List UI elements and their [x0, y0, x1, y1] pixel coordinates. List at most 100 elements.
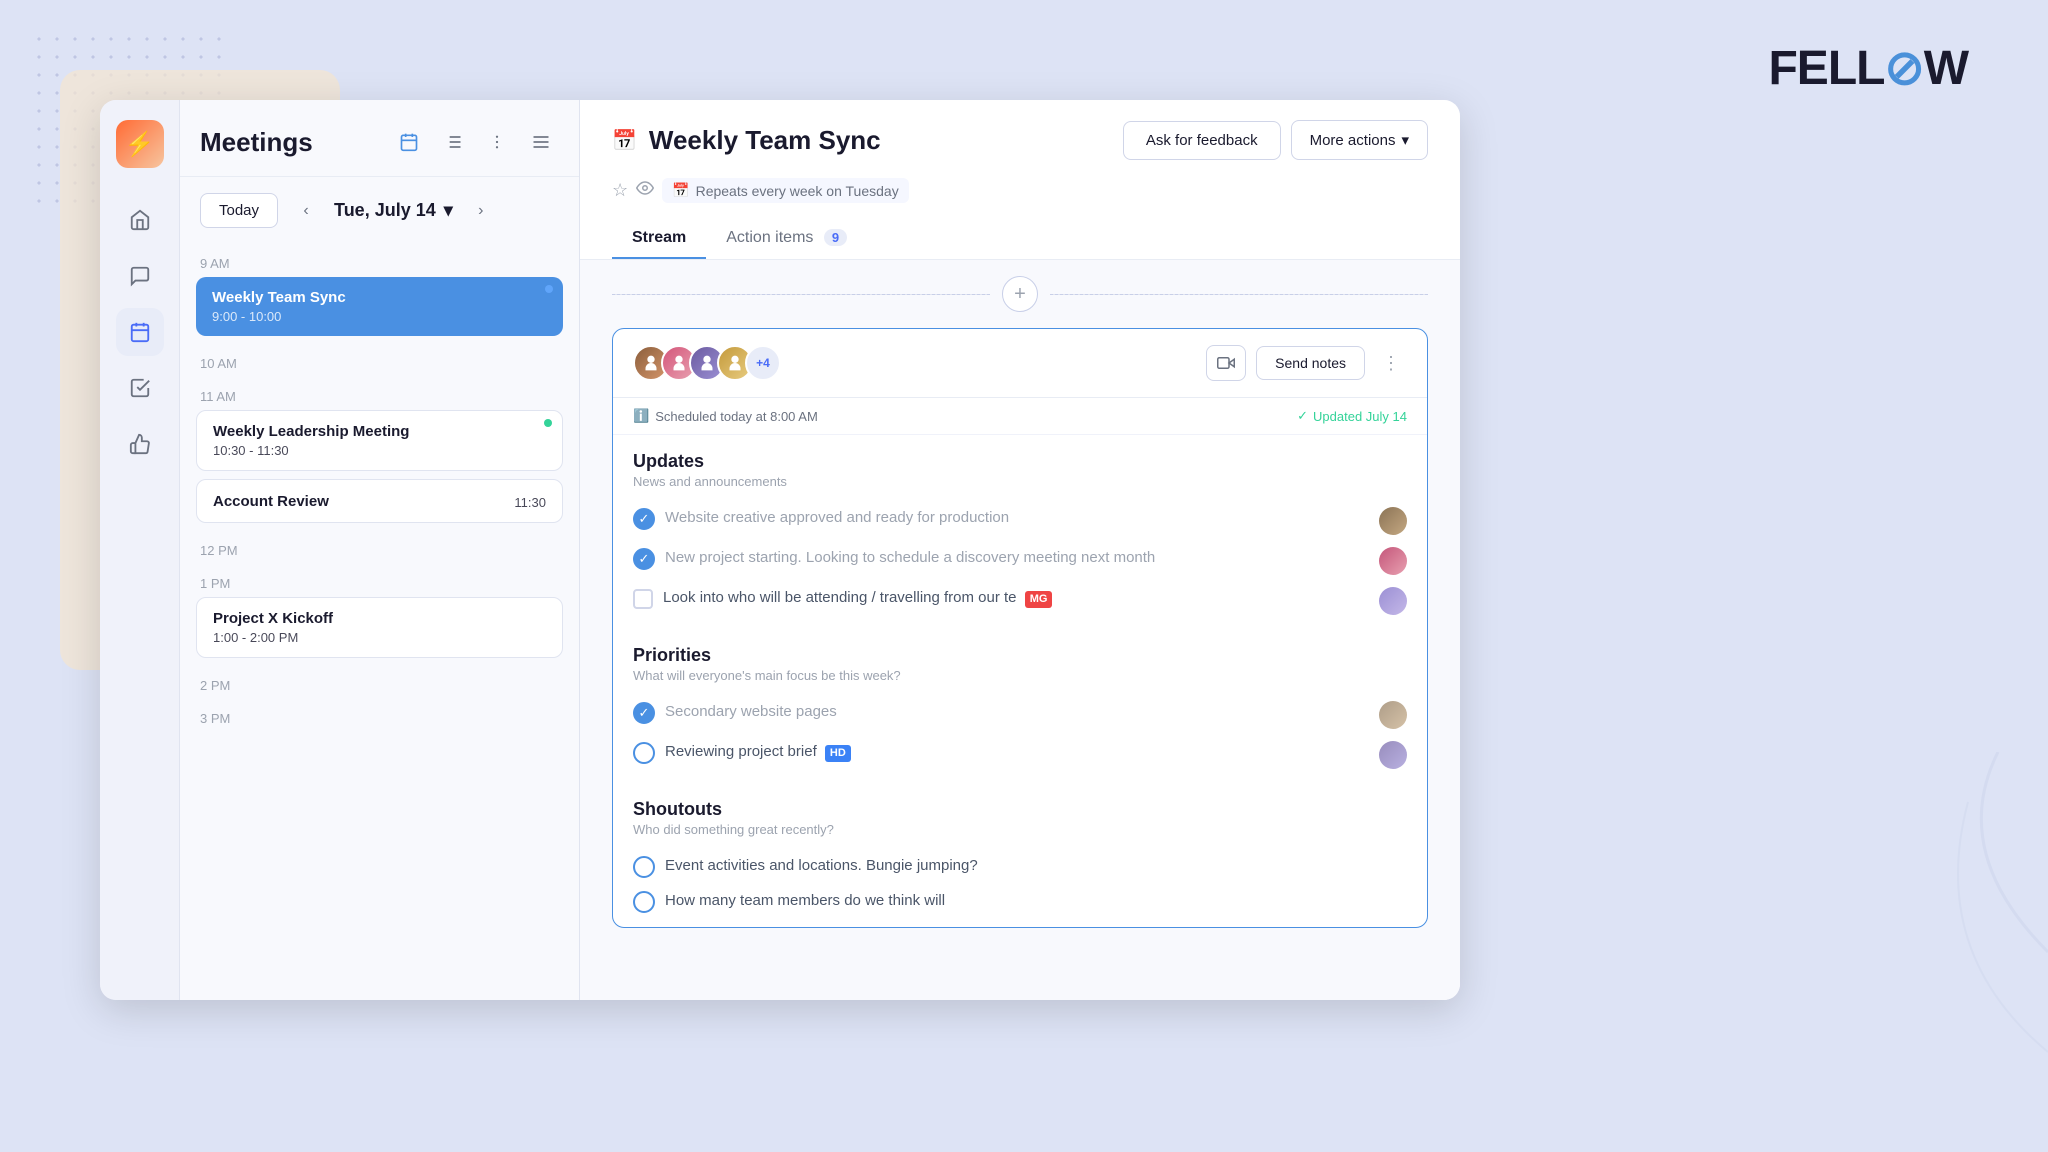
more-actions-label: More actions: [1310, 132, 1396, 149]
time-1pm: 1 PM: [196, 564, 563, 597]
eye-icon[interactable]: [636, 179, 654, 202]
scheduled-text: Scheduled today at 8:00 AM: [655, 409, 818, 424]
time-10am: 10 AM: [196, 344, 563, 377]
sidebar-item-feedback[interactable]: [116, 420, 164, 468]
section-subtitle-updates: News and announcements: [633, 474, 1407, 489]
item-avatar-4: [1379, 701, 1407, 729]
agenda-item-1: ✓ Website creative approved and ready fo…: [633, 501, 1407, 541]
item-avatar-3: [1379, 587, 1407, 615]
more-actions-dropdown-icon: ▾: [1401, 131, 1409, 149]
checkbox-3[interactable]: [633, 589, 653, 609]
repeat-text: Repeats every week on Tuesday: [696, 183, 899, 199]
event-title: Account Review: [213, 493, 329, 510]
agenda-item-6: Event activities and locations. Bungie j…: [633, 849, 1407, 884]
event-project-x[interactable]: Project X Kickoff 1:00 - 2:00 PM: [196, 597, 563, 658]
agenda-text-1: Website creative approved and ready for …: [665, 507, 1369, 528]
tabs-row: Stream Action items 9: [612, 219, 1428, 259]
more-options-btn[interactable]: [479, 124, 515, 160]
agenda-text-4: Secondary website pages: [665, 701, 1369, 722]
event-time: 9:00 - 10:00: [212, 309, 547, 324]
sidebar: ⚡: [100, 100, 180, 1000]
card-dots-button[interactable]: ⋮: [1375, 347, 1407, 379]
meeting-header-actions: Ask for feedback More actions ▾: [1123, 120, 1428, 160]
tab-stream[interactable]: Stream: [612, 219, 706, 259]
ask-feedback-button[interactable]: Ask for feedback: [1123, 121, 1281, 160]
check-circle-4[interactable]: ✓: [633, 702, 655, 724]
background-curve: [1748, 752, 2048, 1152]
main-content: 📅 Weekly Team Sync Ask for feedback More…: [580, 100, 1460, 1000]
check-circle-2[interactable]: ✓: [633, 548, 655, 570]
stream-content: +: [580, 260, 1460, 1000]
agenda-text-5: Reviewing project brief HD: [665, 741, 1369, 762]
agenda-item-2: ✓ New project starting. Looking to sched…: [633, 541, 1407, 581]
send-notes-button[interactable]: Send notes: [1256, 346, 1365, 380]
event-account-review[interactable]: Account Review 11:30: [196, 479, 563, 523]
today-button[interactable]: Today: [200, 193, 278, 228]
event-time-row: Account Review 11:30: [213, 492, 546, 510]
sidebar-item-tasks[interactable]: [116, 364, 164, 412]
check-circle-1[interactable]: ✓: [633, 508, 655, 530]
event-weekly-team-sync[interactable]: Weekly Team Sync 9:00 - 10:00: [196, 277, 563, 336]
agenda-item-3: Look into who will be attending / travel…: [633, 581, 1407, 621]
meetings-header-actions: [391, 124, 559, 160]
meeting-card: +4 Send notes ⋮ ℹ️ Scheduled today at: [612, 328, 1428, 928]
prev-date-btn[interactable]: ‹: [290, 195, 322, 227]
meetings-title: Meetings: [200, 127, 313, 158]
list-view-btn[interactable]: [435, 124, 471, 160]
add-button[interactable]: +: [1002, 276, 1038, 312]
calendar-view-btn[interactable]: [391, 124, 427, 160]
date-navigation: Today ‹ Tue, July 14 ▾ ›: [180, 177, 579, 244]
item-avatar-2: [1379, 547, 1407, 575]
sidebar-item-messages[interactable]: [116, 252, 164, 300]
app-container: ⚡ Meetings: [100, 100, 1460, 1000]
updated-info: ✓ Updated July 14: [1297, 408, 1407, 424]
section-subtitle-priorities: What will everyone's main focus be this …: [633, 668, 1407, 683]
menu-btn[interactable]: [523, 124, 559, 160]
section-title-shoutouts: Shoutouts: [633, 799, 1407, 820]
event-time: 11:30: [514, 495, 546, 510]
tab-stream-label: Stream: [632, 229, 686, 246]
time-2pm: 2 PM: [196, 666, 563, 699]
check-circle-6[interactable]: [633, 856, 655, 878]
event-weekly-leadership[interactable]: Weekly Leadership Meeting 10:30 - 11:30: [196, 410, 563, 471]
info-icon: ℹ️: [633, 408, 649, 424]
more-actions-button[interactable]: More actions ▾: [1291, 120, 1428, 160]
meeting-meta: ☆ 📅 Repeats every week on Tuesday: [612, 170, 1428, 215]
section-title-priorities: Priorities: [633, 645, 1407, 666]
check-icon: ✓: [1297, 408, 1308, 424]
agenda-text-7: How many team members do we think will: [665, 890, 1407, 911]
avatars-group: +4: [633, 345, 781, 381]
section-shoutouts: Shoutouts Who did something great recent…: [613, 783, 1427, 927]
star-icon[interactable]: ☆: [612, 180, 628, 201]
meeting-card-header: +4 Send notes ⋮: [613, 329, 1427, 398]
agenda-text-3: Look into who will be attending / travel…: [663, 587, 1369, 608]
scheduled-info: ℹ️ Scheduled today at 8:00 AM: [633, 408, 818, 424]
item-avatar-1: [1379, 507, 1407, 535]
tab-action-items[interactable]: Action items 9: [706, 219, 867, 259]
app-logo-icon: ⚡: [116, 120, 164, 168]
sidebar-item-home[interactable]: [116, 196, 164, 244]
sidebar-item-calendar[interactable]: [116, 308, 164, 356]
meetings-header: Meetings: [180, 100, 579, 177]
event-dot: [545, 285, 553, 293]
badge-mg: MG: [1025, 591, 1053, 608]
meeting-title-row: 📅 Weekly Team Sync Ask for feedback More…: [612, 120, 1428, 160]
tab-action-items-label: Action items: [726, 229, 813, 246]
date-display[interactable]: Tue, July 14 ▾: [334, 200, 453, 221]
agenda-item-5: Reviewing project brief HD: [633, 735, 1407, 775]
section-subtitle-shoutouts: Who did something great recently?: [633, 822, 1407, 837]
item-avatar-5: [1379, 741, 1407, 769]
video-button[interactable]: [1206, 345, 1246, 381]
time-9am: 9 AM: [196, 244, 563, 277]
action-items-badge: 9: [824, 229, 847, 246]
check-circle-5[interactable]: [633, 742, 655, 764]
event-title: Weekly Team Sync: [212, 289, 547, 306]
repeat-info: 📅 Repeats every week on Tuesday: [662, 178, 909, 203]
section-title-updates: Updates: [633, 451, 1407, 472]
time-3pm: 3 PM: [196, 699, 563, 732]
next-date-btn[interactable]: ›: [465, 195, 497, 227]
avatar-extra-count: +4: [745, 345, 781, 381]
divider-line: [612, 294, 990, 295]
check-circle-7[interactable]: [633, 891, 655, 913]
agenda-item-7: How many team members do we think will: [633, 884, 1407, 919]
